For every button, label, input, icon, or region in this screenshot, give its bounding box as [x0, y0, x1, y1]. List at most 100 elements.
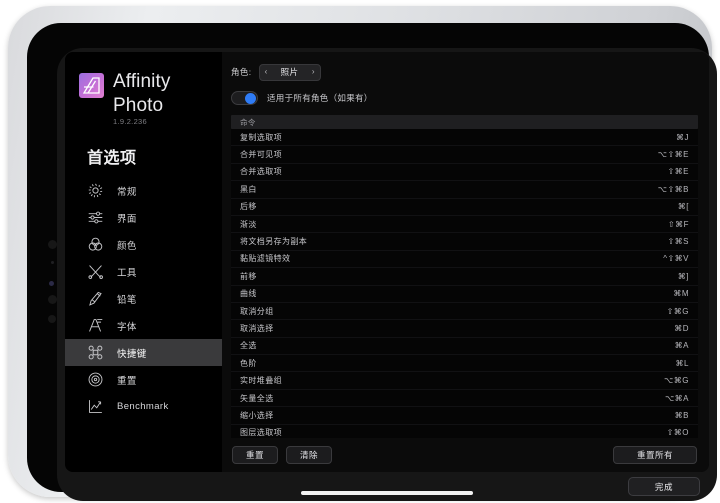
command-name: 图层选取项: [240, 428, 282, 438]
command-shortcut[interactable]: ⌘[: [678, 202, 689, 211]
command-row[interactable]: 实时堆叠组 ⌥⌘G: [231, 372, 698, 390]
bottom-bar: 完成: [57, 472, 717, 501]
sidebar-item-label: Benchmark: [117, 401, 169, 412]
pencil-icon: [87, 290, 104, 307]
command-name: 矢量全选: [240, 393, 274, 403]
toggle-knob: [245, 93, 256, 104]
command-shortcut[interactable]: ⌘L: [676, 359, 689, 368]
command-name: 缩小选择: [240, 410, 274, 420]
chevron-left-icon[interactable]: ‹: [265, 68, 268, 76]
tools-icon: [87, 263, 104, 280]
sidebar-item-label: 界面: [117, 213, 137, 225]
sidebar-item-general[interactable]: 常规: [65, 177, 222, 204]
role-stepper[interactable]: ‹ 照片 ›: [258, 63, 321, 81]
command-shortcut[interactable]: ⇧⌘G: [667, 307, 689, 316]
command-shortcut[interactable]: ⌥⌘G: [664, 376, 689, 385]
command-row[interactable]: 渐淡 ⇧⌘F: [231, 216, 698, 234]
command-shortcut[interactable]: ⇧⌘O: [667, 428, 689, 437]
bezel-sensor-dot: [48, 295, 57, 304]
command-name: 前移: [240, 271, 257, 281]
bezel-sensor-dot: [48, 240, 57, 249]
command-row[interactable]: 曲线 ⌘M: [231, 286, 698, 303]
sidebar-item-tools[interactable]: 工具: [65, 258, 222, 285]
gear-icon: [87, 182, 104, 199]
command-shortcut[interactable]: ⇧⌘F: [668, 220, 689, 229]
command-name: 黑白: [240, 184, 257, 194]
command-row[interactable]: 合并选取项 ⇧⌘E: [231, 164, 698, 182]
sidebar-item-label: 字体: [117, 321, 137, 333]
command-column-header: 命令: [231, 115, 698, 129]
command-name: 取消分组: [240, 306, 274, 316]
command-row[interactable]: 黑白 ⌥⇧⌘B: [231, 181, 698, 199]
command-row[interactable]: 全选 ⌘A: [231, 338, 698, 356]
reset-all-button[interactable]: 重置所有: [613, 446, 697, 464]
command-name: 黏贴滤镜特效: [240, 254, 291, 264]
sidebar-item-fonts[interactable]: 字体: [65, 312, 222, 339]
reset-icon: [87, 371, 104, 388]
command-shortcut[interactable]: ⌥⌘A: [665, 394, 689, 403]
command-name: 全选: [240, 341, 257, 351]
command-shortcut[interactable]: ⌘M: [673, 289, 689, 298]
ipad-screen: Affinity Photo 1.9.2.236 首选项 常规 界面 颜色 工具…: [57, 48, 717, 501]
command-row[interactable]: 复制选取项 ⌘J: [231, 129, 698, 147]
sidebar-item-benchmark[interactable]: Benchmark: [65, 393, 222, 420]
command-row[interactable]: 取消选择 ⌘D: [231, 320, 698, 338]
command-shortcut[interactable]: ⌘A: [675, 341, 689, 350]
app-title: Affinity Photo: [113, 71, 171, 116]
command-shortcut[interactable]: ⌘D: [674, 324, 689, 333]
shortcuts-panel: 角色: ‹ 照片 › 适用于所有角色（如果有） 命令 复制选取项 ⌘J 合并可见…: [222, 52, 709, 472]
preferences-heading: 首选项: [87, 150, 137, 167]
chevron-right-icon[interactable]: ›: [312, 68, 315, 76]
command-name: 色阶: [240, 358, 257, 368]
command-row[interactable]: 将文档另存为副本 ⇧⌘S: [231, 233, 698, 251]
bezel-sensor-dot: [51, 261, 54, 264]
ipad-bezel: Affinity Photo 1.9.2.236 首选项 常规 界面 颜色 工具…: [27, 23, 717, 501]
app-version: 1.9.2.236: [113, 117, 147, 126]
sliders-icon: [87, 209, 104, 226]
sidebar-item-reset[interactable]: 重置: [65, 366, 222, 393]
done-button[interactable]: 完成: [628, 477, 700, 496]
affinity-photo-logo-icon: [79, 73, 104, 98]
command-name: 曲线: [240, 289, 257, 299]
command-name: 实时堆叠组: [240, 376, 282, 386]
command-row[interactable]: 黏贴滤镜特效 ^⇧⌘V: [231, 251, 698, 269]
role-row: 角色: ‹ 照片 ›: [231, 62, 698, 82]
sidebar-item-label: 铅笔: [117, 294, 137, 306]
command-column-header-label: 命令: [240, 117, 256, 127]
command-shortcut[interactable]: ⌘B: [675, 411, 689, 420]
command-row[interactable]: 取消分组 ⇧⌘G: [231, 303, 698, 321]
command-row[interactable]: 合并可见项 ⌥⇧⌘E: [231, 146, 698, 164]
bezel-sensor-dot: [49, 281, 54, 286]
command-list[interactable]: 复制选取项 ⌘J 合并可见项 ⌥⇧⌘E 合并选取项 ⇧⌘E 黑白 ⌥⇧⌘B 后移 ⌘[ 渐淡 ⇧⌘F 将…: [231, 129, 698, 438]
preferences-window: Affinity Photo 1.9.2.236 首选项 常规 界面 颜色 工具…: [65, 52, 709, 472]
command-row[interactable]: 后移 ⌘[: [231, 199, 698, 216]
command-shortcut[interactable]: ⌘]: [678, 272, 689, 281]
command-name: 后移: [240, 202, 257, 212]
command-shortcut[interactable]: ⇧⌘S: [667, 237, 689, 246]
sidebar-item-colour[interactable]: 颜色: [65, 231, 222, 258]
command-row[interactable]: 矢量全选 ⌥⌘A: [231, 390, 698, 408]
sidebar-item-pencil[interactable]: 铅笔: [65, 285, 222, 312]
command-row[interactable]: 前移 ⌘]: [231, 268, 698, 286]
command-row[interactable]: 缩小选择 ⌘B: [231, 407, 698, 425]
command-shortcut[interactable]: ⌥⇧⌘B: [658, 185, 689, 194]
home-indicator[interactable]: [301, 491, 473, 495]
apply-all-roles-row: 适用于所有角色（如果有）: [231, 90, 698, 106]
role-value: 照片: [280, 67, 299, 77]
apply-all-roles-toggle[interactable]: [231, 91, 258, 105]
command-row[interactable]: 图层选取项 ⇧⌘O: [231, 425, 698, 438]
reset-button[interactable]: 重置: [232, 446, 278, 464]
clear-button[interactable]: 清除: [286, 446, 332, 464]
command-name: 合并选取项: [240, 167, 282, 177]
command-shortcut[interactable]: ^⇧⌘V: [663, 254, 689, 263]
bezel-sensor-dot: [48, 315, 56, 323]
sidebar-item-label: 常规: [117, 186, 137, 198]
preferences-sidebar: Affinity Photo 1.9.2.236 首选项 常规 界面 颜色 工具…: [65, 52, 222, 472]
app-header: Affinity Photo 1.9.2.236: [65, 70, 222, 126]
command-shortcut[interactable]: ⌥⇧⌘E: [658, 150, 689, 159]
command-shortcut[interactable]: ⇧⌘E: [667, 167, 689, 176]
command-shortcut[interactable]: ⌘J: [676, 133, 689, 142]
command-row[interactable]: 色阶 ⌘L: [231, 355, 698, 373]
sidebar-item-shortcuts[interactable]: 快捷键: [65, 339, 222, 366]
sidebar-item-interface[interactable]: 界面: [65, 204, 222, 231]
